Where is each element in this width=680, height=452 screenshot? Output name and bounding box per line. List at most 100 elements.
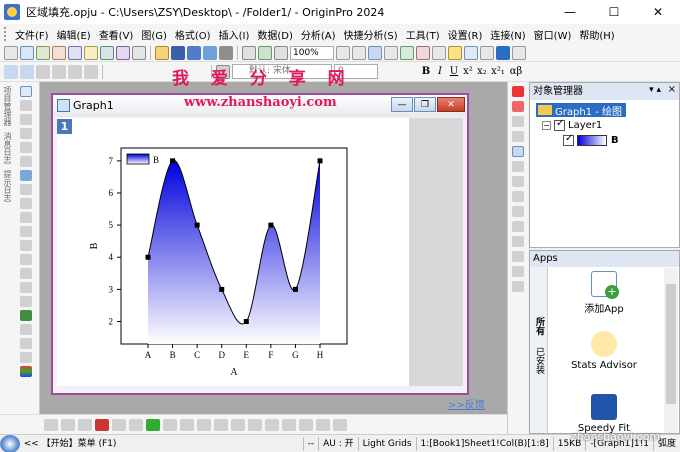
scatter-plot-icon[interactable] [78,418,92,431]
refresh-icon[interactable] [258,45,272,60]
tab-messages-log[interactable]: 消息日志 [2,132,13,164]
arrow-icon[interactable] [20,240,32,251]
open-folder-icon[interactable] [155,45,169,60]
underline-button[interactable]: U [448,66,460,77]
tab-project-explorer[interactable]: 项目管理器 [2,86,13,126]
new-workbook-icon[interactable] [20,45,34,60]
data-reader-icon[interactable] [20,156,32,167]
menu-edit[interactable]: 编辑(E) [53,27,95,42]
graph-window[interactable]: Graph1 — ❐ ✕ ABCDEFGH234567 A B B 1 [51,93,469,395]
import-icon[interactable] [219,45,233,60]
greek-button[interactable]: αβ [508,66,524,77]
mask-icon[interactable] [20,198,32,209]
equation-icon[interactable] [20,310,32,321]
undo-icon[interactable] [4,64,18,79]
data-point-D[interactable] [219,286,225,292]
polar-icon[interactable] [248,418,262,431]
legend-icon[interactable] [512,131,524,142]
waterfall-icon[interactable] [316,418,330,431]
color-scale-icon[interactable] [20,366,32,377]
help-icon[interactable] [496,45,510,60]
menu-view[interactable]: 查看(V) [95,27,138,42]
arrange-icon[interactable] [512,176,524,187]
save-template-icon[interactable] [187,45,201,60]
size-icon[interactable] [512,281,524,292]
cut-icon[interactable] [36,64,50,79]
toolbar-more-icon[interactable] [512,45,526,60]
menu-connectivity[interactable]: 连接(N) [486,27,529,42]
chart-svg[interactable]: A B C D E F G H 2 3 4 5 6 7 A B B [57,118,409,386]
zoom-tool-icon[interactable] [20,100,32,111]
new-function-icon[interactable] [68,45,82,60]
line-style-icon[interactable] [44,418,58,431]
tree-layer-node[interactable]: − Layer1 [542,118,602,132]
pie-plot-icon[interactable] [112,418,126,431]
maximize-button[interactable]: ☐ [592,0,636,24]
bold-button[interactable]: B [420,66,432,77]
close-button[interactable]: ✕ [636,0,680,24]
menu-analysis[interactable]: 分析(A) [297,27,340,42]
status-start-menu[interactable]: << 【开始】菜单 (F1) [20,436,304,451]
layout-icon[interactable] [512,146,524,157]
new-layout-icon[interactable] [84,45,98,60]
contour-plot-icon[interactable] [146,418,160,431]
area-plot-icon[interactable] [129,418,143,431]
copy-icon[interactable] [52,64,66,79]
feedback-link[interactable]: >>反馈 [448,396,485,411]
vector-icon[interactable] [282,418,296,431]
menu-help[interactable]: 帮助(H) [575,27,618,42]
apps-tab-all[interactable]: 所有 [533,317,546,335]
minimize-button[interactable]: — [548,0,592,24]
ternary-icon[interactable] [265,418,279,431]
menu-tools[interactable]: 工具(T) [402,27,444,42]
screen-reader-icon[interactable] [20,142,32,153]
scrollbar-thumb[interactable] [666,284,676,404]
text-icon[interactable] [20,226,32,237]
new-project-icon[interactable] [4,45,18,60]
print-icon[interactable] [242,45,256,60]
command-window-icon[interactable] [400,45,414,60]
redo-icon[interactable] [20,64,34,79]
insert-table-icon[interactable] [20,338,32,349]
tree-plot-node[interactable]: B [563,133,619,147]
extract-icon[interactable] [512,206,524,217]
graph-tool-icon[interactable] [512,86,524,97]
scale-tool-icon[interactable] [20,114,32,125]
layer-add-icon[interactable] [512,101,524,112]
data-point-H[interactable] [317,158,323,164]
hand-icon[interactable] [20,296,32,307]
axis-icon[interactable] [512,161,524,172]
tree-graph-node[interactable]: Graph1 - 绘图 [536,103,627,118]
stacked-icon[interactable] [214,418,228,431]
apps-scrollbar[interactable] [664,268,678,433]
data-point-C[interactable] [194,222,200,228]
zoom-select[interactable]: 100% [290,45,334,60]
subscript-button[interactable]: x₂ [476,66,488,77]
tab-hints-log[interactable]: 提示日志 [2,170,13,202]
menu-format[interactable]: 格式(O) [171,27,215,42]
app-speedy-fit[interactable]: Speedy Fit [554,394,654,434]
results-log-icon[interactable] [384,45,398,60]
table-icon[interactable] [512,236,524,247]
column-plot-icon[interactable] [95,418,109,431]
curved-arrow-icon[interactable] [20,254,32,265]
zoom-out-icon[interactable] [352,45,366,60]
specialized-icon[interactable] [299,418,313,431]
project-explorer-icon[interactable] [368,45,382,60]
data-point-E[interactable] [243,319,249,325]
graph-restore-button[interactable]: ❐ [414,97,436,112]
superscript-button[interactable]: x² [462,66,474,77]
duplicate-icon[interactable] [274,45,288,60]
collapse-icon[interactable]: − [542,120,551,130]
apps-tab-installed[interactable]: 已安装 [533,347,546,374]
plot-checkbox[interactable] [563,133,574,146]
heatmap-icon[interactable] [333,418,347,431]
region-select-icon[interactable] [20,184,32,195]
export-icon[interactable] [203,45,217,60]
italic-button[interactable]: I [434,66,446,77]
menu-file[interactable]: 文件(F) [11,27,53,42]
search-icon[interactable] [0,434,20,452]
distribute-icon[interactable] [512,266,524,277]
graph-page[interactable]: A B C D E F G H 2 3 4 5 6 7 A B B [57,118,409,386]
3d-plot-icon[interactable] [163,418,177,431]
